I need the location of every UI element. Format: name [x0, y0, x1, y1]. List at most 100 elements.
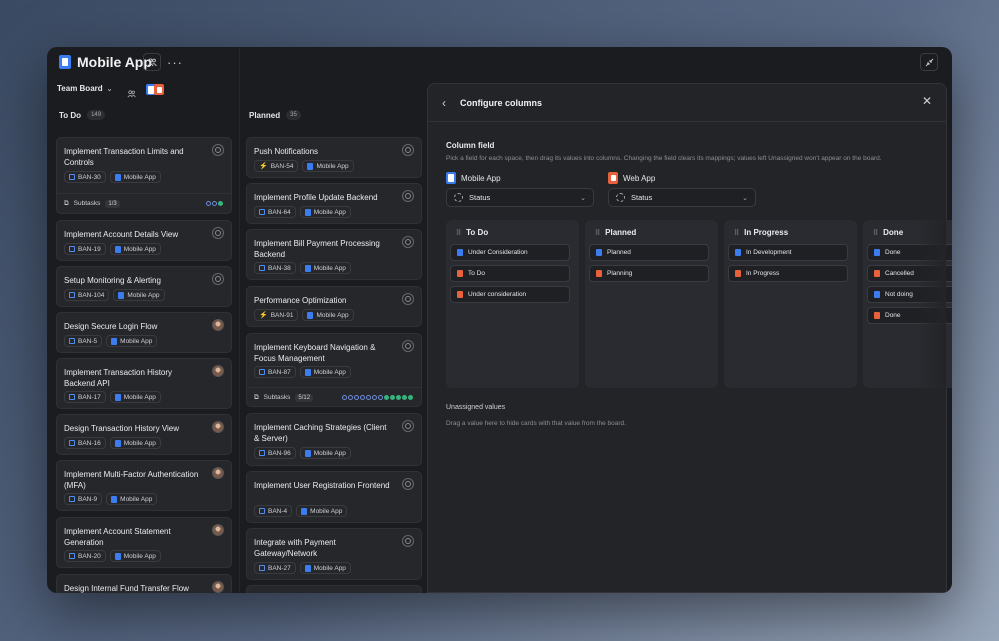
config-column-planned[interactable]: ⠿ Planned Planned Planning: [585, 220, 718, 388]
assignee-avatar[interactable]: [212, 273, 224, 285]
assignee-avatar[interactable]: [212, 421, 224, 433]
minimize-button[interactable]: [920, 53, 938, 71]
assignee-avatar[interactable]: [212, 524, 224, 536]
mobile-app-icon: [111, 337, 118, 345]
assignee-avatar[interactable]: [402, 478, 414, 490]
card[interactable]: Implement Keyboard Navigation & Focus Ma…: [246, 333, 422, 407]
status-value-chip[interactable]: In Development: [728, 244, 848, 261]
card[interactable]: Implement Bill Payment Processing Backen…: [246, 229, 422, 280]
card[interactable]: Integrate with Payment Gateway/Network B…: [246, 528, 422, 580]
issue-key: BAN-20: [78, 552, 101, 560]
card[interactable]: Implement Transaction History Backend AP…: [56, 358, 232, 409]
card-tags: BAN-87 Mobile App: [254, 366, 351, 378]
more-options-button[interactable]: ···: [167, 55, 183, 70]
status-value-chip[interactable]: Planned: [589, 244, 709, 261]
close-button[interactable]: ✕: [922, 94, 932, 108]
assignee-avatar[interactable]: [212, 319, 224, 331]
status-value-chip[interactable]: Under consideration: [450, 286, 570, 303]
assignee-avatar[interactable]: [212, 581, 224, 593]
drag-handle-icon[interactable]: ⠿: [734, 229, 739, 237]
drag-handle-icon[interactable]: ⠿: [456, 229, 461, 237]
card[interactable]: [246, 585, 422, 593]
members-button[interactable]: [143, 53, 161, 71]
assignee-avatar[interactable]: [402, 190, 414, 202]
issue-key-tag: BAN-64: [254, 206, 296, 218]
source-name: Web App: [623, 173, 656, 183]
app-title-text: Mobile App: [77, 54, 152, 70]
issue-key: BAN-4: [268, 507, 288, 515]
chevron-down-icon: ⌄: [106, 85, 113, 93]
column-count: 35: [286, 110, 301, 120]
config-column-todo[interactable]: ⠿ To Do Under Consideration To Do Under c…: [446, 220, 579, 388]
status-value-chip[interactable]: Under Consideration: [450, 244, 570, 261]
status-value-chip[interactable]: Planning: [589, 265, 709, 282]
project-name: Mobile App: [316, 162, 349, 170]
status-value-chip[interactable]: In Progress: [728, 265, 848, 282]
issue-key-tag: BAN-16: [64, 437, 106, 449]
unassigned-dropzone[interactable]: Drag a value here to hide cards with tha…: [446, 420, 626, 427]
assignee-avatar[interactable]: [402, 340, 414, 352]
drag-handle-icon[interactable]: ⠿: [595, 229, 600, 237]
card-title: Performance Optimization: [254, 296, 347, 305]
subtasks-count: 5/12: [295, 393, 314, 402]
drag-handle-icon[interactable]: ⠿: [873, 229, 878, 237]
spaces-icons[interactable]: [146, 84, 164, 95]
board-selector[interactable]: Team Board ⌄: [57, 84, 113, 93]
card-tags: BAN-5 Mobile App: [64, 335, 158, 347]
card[interactable]: Push Notifications ⚡ BAN-54 Mobile App: [246, 137, 422, 178]
checkbox-icon: [69, 440, 75, 446]
card-tags: BAN-27 Mobile App: [254, 562, 351, 574]
card-title: Implement Account Statement Generation: [64, 527, 171, 547]
back-button[interactable]: ‹: [442, 96, 446, 110]
assignee-avatar[interactable]: [212, 467, 224, 479]
card[interactable]: Design Internal Fund Transfer Flow: [56, 574, 232, 593]
card[interactable]: Implement Transaction Limits and Control…: [56, 137, 232, 214]
scroll-fade: [916, 220, 946, 388]
project-tag: Mobile App: [109, 391, 161, 403]
card-title: Implement Bill Payment Processing Backen…: [254, 239, 380, 259]
assignee-avatar[interactable]: [402, 293, 414, 305]
card[interactable]: Implement Multi-Factor Authentication (M…: [56, 460, 232, 511]
subtasks-row[interactable]: ⧉ Subtasks 1/3: [57, 193, 231, 213]
card[interactable]: Performance Optimization ⚡ BAN-91 Mobile …: [246, 286, 422, 327]
assignee-avatar[interactable]: [402, 535, 414, 547]
mobile-app-icon: [304, 564, 311, 572]
card[interactable]: Implement Account Statement Generation B…: [56, 517, 232, 568]
project-name: Mobile App: [123, 173, 156, 181]
status-value-label: In Progress: [746, 270, 780, 277]
card[interactable]: Implement User Registration Frontend BAN…: [246, 471, 422, 523]
assignee-avatar[interactable]: [402, 144, 414, 156]
card[interactable]: Implement Account Details View BAN-19 Mo…: [56, 220, 232, 261]
web-app-field-select[interactable]: Status ⌄: [608, 188, 756, 207]
issue-key: BAN-27: [268, 564, 291, 572]
status-icon: [454, 193, 463, 202]
mobile-app-field-select[interactable]: Status ⌄: [446, 188, 594, 207]
card-tags: BAN-38 Mobile App: [254, 262, 351, 274]
mobile-app-icon: [457, 249, 463, 256]
source-web-app: Web App: [608, 172, 655, 184]
assignee-avatar[interactable]: [212, 144, 224, 156]
card[interactable]: Design Secure Login Flow BAN-5 Mobile Ap…: [56, 312, 232, 353]
assignee-avatar[interactable]: [402, 420, 414, 432]
board-members-icon[interactable]: [127, 85, 136, 103]
status-value-chip[interactable]: To Do: [450, 265, 570, 282]
card[interactable]: Implement Profile Update Backend BAN-64 …: [246, 183, 422, 224]
config-column-in-progress[interactable]: ⠿ In Progress In Development In Progress: [724, 220, 857, 388]
assignee-avatar[interactable]: [402, 236, 414, 248]
issue-key: BAN-17: [78, 393, 101, 401]
assignee-avatar[interactable]: [212, 227, 224, 239]
subtasks-row[interactable]: ⧉ Subtasks 5/12: [247, 387, 421, 407]
issue-key: BAN-91: [270, 311, 294, 319]
status-value-label: Not doing: [885, 291, 913, 298]
assignee-avatar[interactable]: [212, 365, 224, 377]
card[interactable]: Setup Monitoring & Alerting BAN-104 Mobi…: [56, 266, 232, 307]
card[interactable]: Design Transaction History View BAN-16 M…: [56, 414, 232, 455]
issue-key: BAN-96: [268, 449, 291, 457]
card-tags: BAN-96 Mobile App: [254, 447, 351, 459]
card-tags: BAN-30 Mobile App: [64, 171, 161, 183]
card[interactable]: Implement Caching Strategies (Client & S…: [246, 413, 422, 466]
chevron-down-icon: ⌄: [742, 194, 748, 202]
project-name: Mobile App: [313, 208, 346, 216]
mobile-app-icon: [735, 249, 741, 256]
mobile-app-icon: [301, 507, 308, 515]
